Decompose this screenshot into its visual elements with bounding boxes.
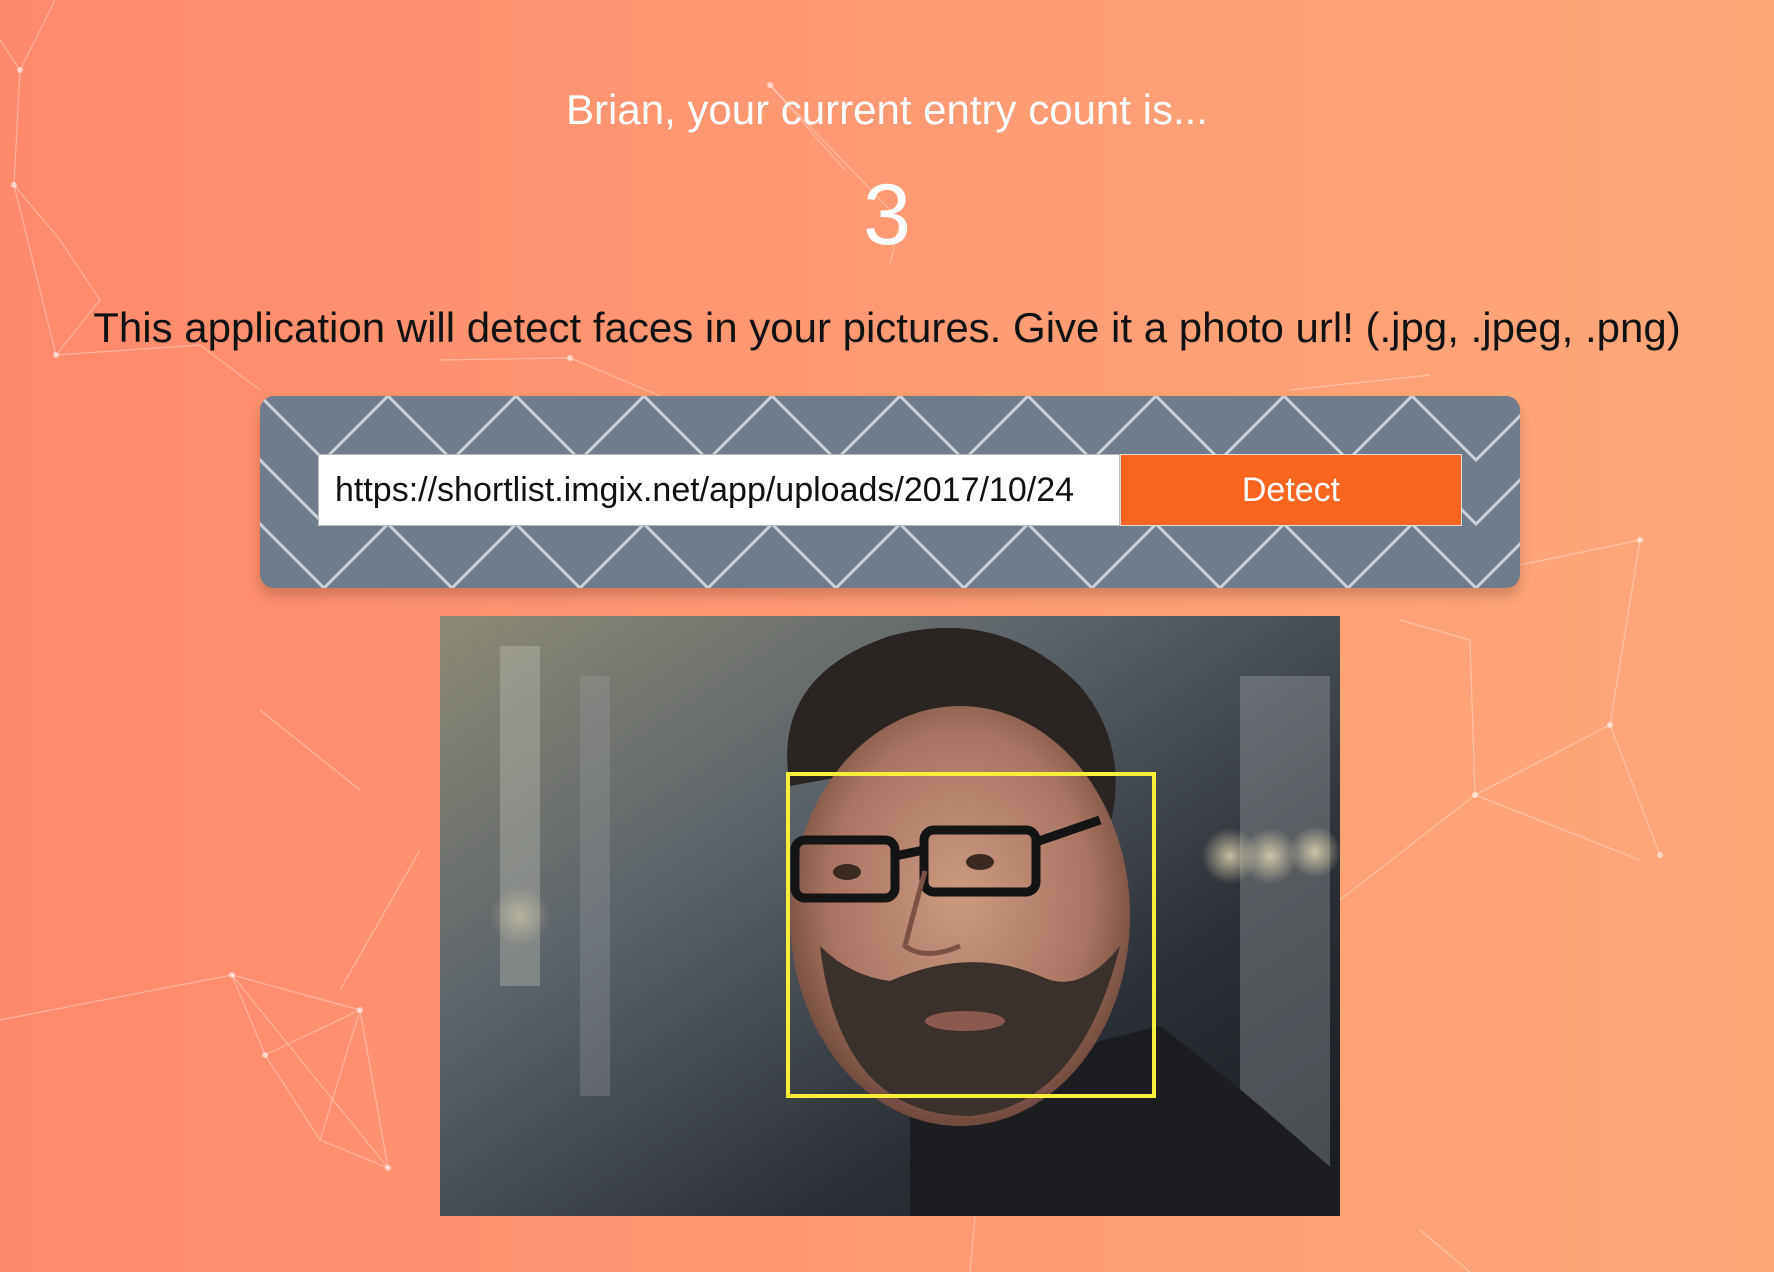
detect-button[interactable]: Detect [1120,454,1462,526]
photo-url-input[interactable] [318,454,1120,526]
app-instructions: This application will detect faces in yo… [93,304,1681,351]
detected-face-box [786,772,1156,1098]
entry-count-greeting: Brian, your current entry count is... [566,86,1208,133]
entry-count-value: 3 [863,167,911,263]
url-form-panel: Detect [260,396,1520,588]
result-photo [440,616,1340,1216]
